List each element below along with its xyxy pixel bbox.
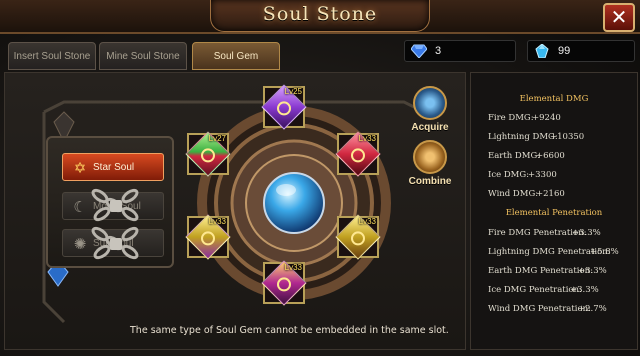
stat-label: Ice DMG Penetration: [488, 285, 582, 295]
window-title: Soul Stone [262, 3, 378, 25]
compass-icon [413, 86, 447, 120]
blue-crystal-icon [535, 44, 549, 58]
tab-mine-soul-stone[interactable]: Mine Soul Stone [99, 42, 187, 70]
stat-value: +6600 [536, 151, 565, 161]
close-button[interactable]: ✕ [603, 3, 635, 32]
stat-row: Wind DMG: +2160 [488, 189, 628, 199]
elemental-pen-title: Elemental Penetration [505, 208, 603, 218]
star-soul-button[interactable]: ✡ Star Soul [62, 153, 164, 181]
combine-icon [413, 140, 447, 174]
diamond-currency: 3 [404, 40, 516, 62]
stat-row: Ice DMG: +3300 [488, 170, 628, 180]
stat-row: Lightning DMG: +10350 [488, 132, 628, 142]
stat-row: Fire DMG: +9240 [488, 113, 628, 123]
sun-soul-button[interactable]: ✺ Sun Soul [62, 229, 164, 257]
acquire-label: Acquire [411, 122, 449, 133]
sun-icon: ✺ [73, 235, 87, 253]
sun-soul-label: Sun Soul [93, 238, 134, 249]
gem-level: Lv33 [358, 134, 376, 143]
stat-label: Fire DMG: [488, 113, 534, 123]
stat-label: Wind DMG Penetration: [488, 304, 591, 314]
gem-level: Lv33 [208, 217, 226, 226]
acquire-button[interactable]: Acquire [408, 86, 452, 142]
stat-value: +9240 [532, 113, 561, 123]
gem-slot-upper-right[interactable]: Lv33 [335, 131, 381, 177]
stat-row: Earth DMG Penetration: +3.3% [488, 266, 628, 276]
gem-slot-lower-left[interactable]: Lv33 [185, 214, 231, 260]
combine-button[interactable]: Combine [408, 140, 452, 196]
star-icon: ✡ [73, 159, 87, 177]
stat-value: +3300 [528, 170, 557, 180]
embed-notice: The same type of Soul Gem cannot be embe… [130, 325, 449, 336]
stat-value: +2160 [536, 189, 565, 199]
stat-value: +5.8% [590, 247, 619, 257]
stat-value: +3.3% [570, 285, 599, 295]
stat-row: Earth DMG: +6600 [488, 151, 628, 161]
diamond-count: 3 [435, 45, 442, 57]
tab-soul-gem[interactable]: Soul Gem [192, 42, 280, 70]
stat-label: Lightning DMG: [488, 132, 558, 142]
tab-insert-soul-stone[interactable]: Insert Soul Stone [8, 42, 96, 70]
soul-stone-window: Soul Stone ✕ Insert Soul Stone Mine Soul… [0, 0, 640, 356]
gem-level: Lv33 [284, 263, 302, 272]
stat-value: +2.7% [578, 304, 607, 314]
combine-label: Combine [408, 176, 452, 187]
crystal-count: 99 [558, 45, 571, 57]
stat-label: Wind DMG: [488, 189, 539, 199]
stat-row: Lightning DMG Penetration: +5.8% [488, 247, 628, 257]
gem-slot-lower-right[interactable]: Lv33 [335, 214, 381, 260]
moon-icon: ☾ [73, 198, 87, 216]
stat-label: Ice DMG: [488, 170, 530, 180]
gem-slot-upper-left[interactable]: Lv27 [185, 131, 231, 177]
stat-row: Fire DMG Penetration: +3.3% [488, 228, 628, 238]
stat-value: +3.3% [578, 266, 607, 276]
blue-diamond-icon [411, 44, 427, 58]
title-bar: Soul Stone ✕ [0, 0, 640, 34]
moon-soul-label: Moon Soul [93, 201, 141, 212]
stat-row: Wind DMG Penetration: +2.7% [488, 304, 628, 314]
gem-level: Lv25 [284, 87, 302, 96]
gem-slot-top[interactable]: Lv25 [261, 84, 307, 130]
stat-value: +3.3% [572, 228, 601, 238]
stat-value: +10350 [550, 132, 585, 142]
stat-label: Earth DMG: [488, 151, 541, 161]
moon-soul-button[interactable]: ☾ Moon Soul [62, 192, 164, 220]
gem-level: Lv27 [208, 134, 226, 143]
star-soul-label: Star Soul [93, 162, 135, 173]
gem-level: Lv33 [358, 217, 376, 226]
title-plate: Soul Stone [210, 0, 430, 32]
stat-row: Ice DMG Penetration: +3.3% [488, 285, 628, 295]
close-icon: ✕ [610, 5, 628, 29]
gem-slot-bottom[interactable]: Lv33 [261, 260, 307, 306]
crystal-currency: 99 [527, 40, 635, 62]
elemental-dmg-title: Elemental DMG [519, 94, 589, 104]
